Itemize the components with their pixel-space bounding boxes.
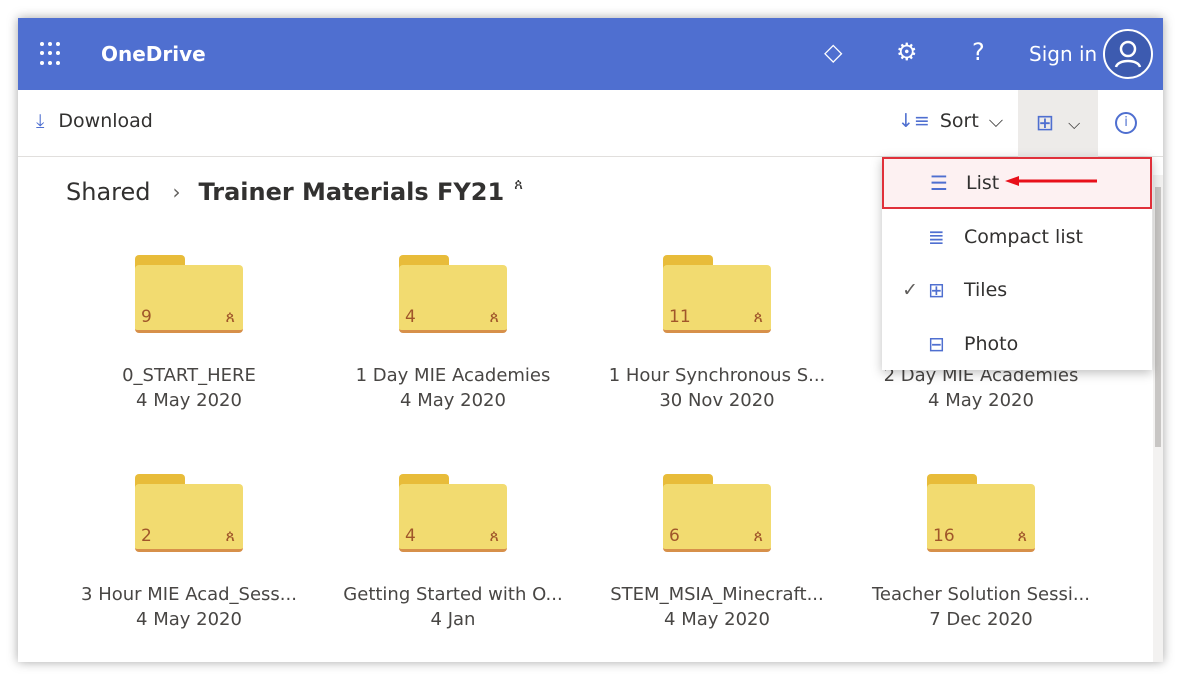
command-bar: ⤓ Download ↓≡ Sort ⌵ ⊞ ⌵ i <box>18 90 1163 157</box>
item-count: 4 <box>405 526 416 546</box>
list-icon: ☰ <box>930 171 948 195</box>
folder-icon: 11 ጰ <box>663 255 771 333</box>
info-icon[interactable]: i <box>1115 112 1137 134</box>
menu-item-tiles[interactable]: ✓ ⊞ Tiles <box>882 264 1152 316</box>
folder-date: 30 Nov 2020 <box>659 390 775 411</box>
folder-date: 4 May 2020 <box>664 609 770 630</box>
sort-icon: ↓≡ <box>898 110 930 132</box>
item-count: 16 <box>933 526 955 546</box>
item-count: 6 <box>669 526 680 546</box>
menu-item-photo[interactable]: ⊟ Photo <box>882 318 1152 370</box>
folder-date: 4 May 2020 <box>136 390 242 411</box>
folder-name: 0_START_HERE <box>122 365 256 386</box>
scrollbar[interactable] <box>1153 175 1163 662</box>
chevron-down-icon: ⌵ <box>1068 113 1081 133</box>
breadcrumb-shared[interactable]: Shared <box>66 178 151 206</box>
folder-date: 7 Dec 2020 <box>929 609 1033 630</box>
download-button[interactable]: ⤓ Download <box>36 110 153 132</box>
shared-icon: ጰ <box>753 526 763 545</box>
chevron-right-icon: › <box>172 180 181 204</box>
shared-icon: ጰ <box>489 307 499 326</box>
photo-icon: ⊟ <box>928 332 945 356</box>
menu-label: Compact list <box>964 226 1083 248</box>
folder-tile[interactable]: 4ጰ1 Day MIE Academies 4 May 2020 <box>333 255 573 411</box>
item-count: 11 <box>669 307 691 327</box>
folder-name: STEM_MSIA_Minecraft... <box>610 584 824 605</box>
tiles-icon: ⊞ <box>928 278 945 302</box>
top-bar: OneDrive ◇ ⚙ ? Sign in <box>18 18 1163 90</box>
folder-tile[interactable]: 9 ጰ 0_START_HERE 4 May 2020 <box>69 255 309 411</box>
folder-icon: 9ጰ <box>135 255 243 333</box>
shared-icon: ጰ <box>753 307 763 326</box>
menu-item-compact-list[interactable]: ≣ Compact list <box>882 211 1152 263</box>
chevron-down-icon: ⌵ <box>988 110 1004 132</box>
compact-list-icon: ≣ <box>928 225 945 249</box>
item-count: 9 <box>141 307 152 327</box>
folder-icon: 4ጰ <box>399 474 507 552</box>
shared-icon: ጰ <box>1017 526 1027 545</box>
folder-icon: 16 ጰ <box>927 474 1035 552</box>
app-name[interactable]: OneDrive <box>101 42 206 66</box>
shared-icon: ጰ <box>514 175 524 193</box>
red-arrow-annotation <box>1005 176 1097 186</box>
avatar-icon[interactable] <box>1103 29 1153 79</box>
folder-icon: 4ጰ <box>399 255 507 333</box>
folder-icon: 6ጰ <box>663 474 771 552</box>
folder-icon: 2ጰ <box>135 474 243 552</box>
shared-icon: ጰ <box>489 526 499 545</box>
tiles-icon: ⊞ <box>1035 111 1055 136</box>
shared-icon: ጰ <box>225 526 235 545</box>
folder-name: 1 Day MIE Academies <box>355 365 551 386</box>
breadcrumb: Shared › Trainer Materials FY21 ጰ <box>66 175 524 206</box>
download-label: Download <box>58 110 153 132</box>
folder-name: 1 Hour Synchronous S... <box>608 365 826 386</box>
item-count: 4 <box>405 307 416 327</box>
folder-tile[interactable]: 2ጰ3 Hour MIE Acad_Sess... 4 May 2020 <box>69 474 309 630</box>
folder-date: 4 May 2020 <box>928 390 1034 411</box>
checkmark-icon: ✓ <box>902 279 918 301</box>
onedrive-window: OneDrive ◇ ⚙ ? Sign in ⤓ Download ↓≡ Sor… <box>18 18 1163 662</box>
sort-button[interactable]: ↓≡ Sort ⌵ <box>898 110 1003 132</box>
folder-name: 3 Hour MIE Acad_Sess... <box>81 584 297 605</box>
menu-label: Tiles <box>964 279 1008 301</box>
breadcrumb-current: Trainer Materials FY21 <box>198 178 505 206</box>
folder-date: 4 May 2020 <box>136 609 242 630</box>
menu-label: List <box>966 172 1000 194</box>
help-icon[interactable]: ? <box>972 38 985 66</box>
diamond-icon[interactable]: ◇ <box>824 38 842 66</box>
item-count: 2 <box>141 526 152 546</box>
folder-tile[interactable]: 6 ጰ STEM_MSIA_Minecraft... 4 May 2020 <box>597 474 837 630</box>
folder-tile[interactable]: 16 ጰ Teacher Solution Sessi... 7 Dec 2020 <box>861 474 1101 630</box>
waffle-icon[interactable] <box>40 42 64 66</box>
folder-tile[interactable]: 4 ጰ Getting Started with O... 4 Jan <box>333 474 573 630</box>
folder-date: 4 May 2020 <box>400 390 506 411</box>
view-menu: ☰ List ≣ Compact list ✓ ⊞ Tiles ⊟ Photo <box>882 157 1152 370</box>
menu-label: Photo <box>964 333 1019 355</box>
gear-icon[interactable]: ⚙ <box>896 38 918 66</box>
shared-icon: ጰ <box>225 307 235 326</box>
download-icon: ⤓ <box>36 110 45 132</box>
folder-date: 4 Jan <box>430 609 476 630</box>
folder-name: Getting Started with O... <box>343 584 563 605</box>
folder-name: Teacher Solution Sessi... <box>871 584 1090 605</box>
sign-in-link[interactable]: Sign in <box>1029 42 1097 66</box>
sort-label: Sort <box>939 110 979 132</box>
folder-tile[interactable]: 11 ጰ 1 Hour Synchronous S... 30 Nov 2020 <box>597 255 837 411</box>
view-options-button[interactable]: ⊞ ⌵ <box>1018 90 1098 157</box>
